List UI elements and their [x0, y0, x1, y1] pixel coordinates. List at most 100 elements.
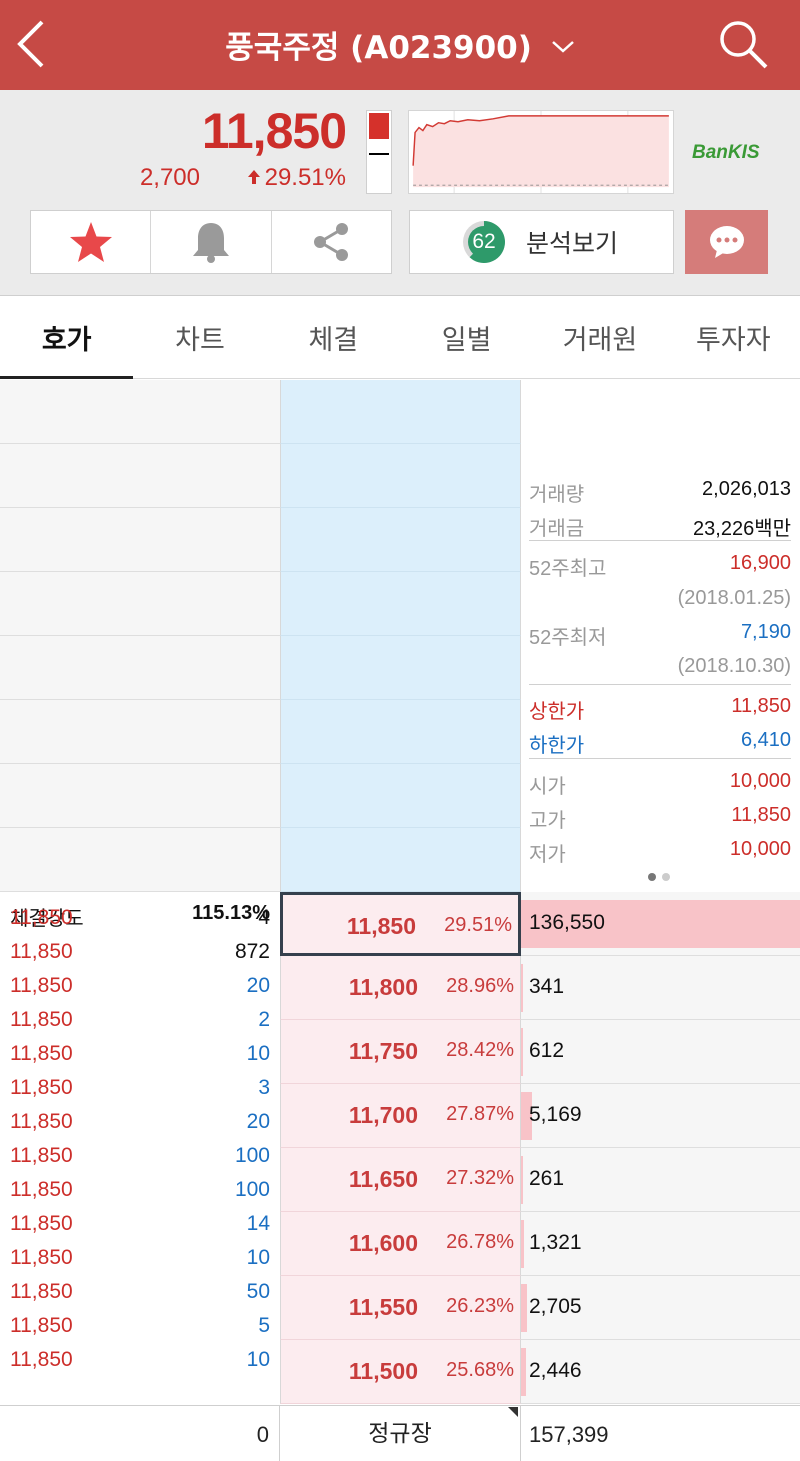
- app-header: 풍국주정 (A023900): [0, 0, 800, 90]
- bid-quantity-row[interactable]: 5,169: [521, 1084, 800, 1148]
- bid-volume-bar: [521, 1028, 523, 1076]
- order-book-left: 체결강도 115.13% 11,850 4 11,850 872 11,850 20 11,…: [0, 380, 280, 1405]
- lower-limit-label: 하한가: [529, 735, 585, 757]
- tab-brokers[interactable]: 거래원: [533, 297, 666, 378]
- tick-row: 11,850 100: [10, 1140, 270, 1174]
- bid-quantity-row[interactable]: 1,321: [521, 1212, 800, 1276]
- tab-trades[interactable]: 체결: [267, 297, 400, 378]
- share-button[interactable]: [272, 211, 391, 273]
- bid-quantity-row[interactable]: 341: [521, 956, 800, 1020]
- bid-rate: 26.78%: [446, 1231, 514, 1253]
- bid-price-row[interactable]: 11,600 26.78%: [280, 1212, 521, 1276]
- ask-row: [0, 508, 280, 572]
- ask-total-cell: 0: [0, 1406, 280, 1461]
- bid-price-row[interactable]: 11,550 26.23%: [280, 1276, 521, 1340]
- chat-button[interactable]: [685, 210, 768, 274]
- bid-volume-bar: [521, 1156, 523, 1204]
- tick-quantity: 872: [234, 940, 270, 963]
- tab-investors[interactable]: 투자자: [667, 297, 800, 378]
- search-icon[interactable]: [714, 16, 772, 72]
- bid-quantity-row[interactable]: 2,446: [521, 1340, 800, 1404]
- bid-price-row[interactable]: 11,800 28.96%: [280, 956, 521, 1020]
- tick-price: 11,850: [10, 1246, 73, 1269]
- ask-price-row: [280, 444, 521, 508]
- tick-row: 11,850 14: [10, 1208, 270, 1242]
- bid-price-row[interactable]: 11,500 25.68%: [280, 1340, 521, 1404]
- order-book[interactable]: 체결강도 115.13% 11,850 4 11,850 872 11,850 20 11,…: [0, 380, 800, 1405]
- change-rate-text: 29.51%: [264, 164, 346, 191]
- bid-rate: 26.23%: [446, 1295, 514, 1317]
- low-label: 저가: [529, 844, 566, 866]
- tick-row: 11,850 10: [10, 1344, 270, 1378]
- ask-price-row: [280, 764, 521, 828]
- high52-value: 16,900: [729, 552, 791, 574]
- tick-price: 11,850: [10, 1280, 73, 1303]
- ask-row: [0, 636, 280, 700]
- tick-price: 11,850: [10, 1042, 73, 1065]
- order-book-footer: 0 정규장 157,399: [0, 1405, 800, 1461]
- share-icon: [314, 223, 349, 261]
- upper-limit-value: 11,850: [731, 695, 791, 717]
- stock-title[interactable]: 풍국주정 (A023900): [0, 22, 800, 67]
- bid-total-cell: 157,399: [521, 1406, 800, 1461]
- bid-quantity: 5,169: [529, 1103, 582, 1126]
- score-value: 62: [472, 230, 496, 253]
- tick-row: 11,850 100: [10, 1174, 270, 1208]
- intraday-sparkline[interactable]: [408, 110, 674, 194]
- low52-date: (2018.10.30): [677, 655, 791, 677]
- bid-quantity-row[interactable]: 2,705: [521, 1276, 800, 1340]
- tab-orderbook[interactable]: 호가: [0, 297, 134, 379]
- bid-rate: 27.32%: [446, 1167, 514, 1189]
- tab-bar: 호가 차트 체결 일별 거래원 투자자: [0, 297, 800, 379]
- bid-rate: 28.42%: [446, 1039, 514, 1061]
- tick-row: 11,850 20: [10, 1106, 270, 1140]
- amount-value: 23,226백만: [693, 518, 791, 540]
- current-price-row[interactable]: 11,850 29.51%: [280, 892, 521, 956]
- ask-total: 0: [256, 1422, 269, 1447]
- bid-quantity-row[interactable]: 136,550: [521, 892, 800, 956]
- tab-chart[interactable]: 차트: [133, 297, 266, 378]
- analysis-label: 분석보기: [526, 229, 619, 258]
- bid-rate: 25.68%: [446, 1359, 514, 1381]
- bid-quantity-row[interactable]: 612: [521, 1020, 800, 1084]
- bid-quantity-row[interactable]: 261: [521, 1148, 800, 1212]
- bid-quantity: 2,705: [529, 1295, 582, 1318]
- bid-volume-bar: [521, 964, 523, 1012]
- amount-label: 거래금: [529, 518, 585, 540]
- bid-quantity: 341: [529, 975, 565, 998]
- bid-quantity: 1,321: [529, 1231, 582, 1254]
- tick-row: 11,850 50: [10, 1276, 270, 1310]
- bid-price: 11,800: [348, 974, 418, 1000]
- bid-price-row[interactable]: 11,650 27.32%: [280, 1148, 521, 1212]
- bid-price-row[interactable]: 11,700 27.87%: [280, 1084, 521, 1148]
- session-button[interactable]: 정규장: [280, 1406, 521, 1461]
- low52-label: 52주최저: [529, 627, 607, 649]
- low52-value: 7,190: [740, 621, 791, 643]
- tick-price: 11,850: [10, 1144, 73, 1167]
- favorite-button[interactable]: [31, 211, 152, 273]
- bid-price: 11,750: [348, 1038, 418, 1064]
- tick-row: 11,850 10: [10, 1242, 270, 1276]
- quote-panel: 11,850 2,700 29.51% BanKIS 62 분석보기: [0, 90, 800, 296]
- analysis-button[interactable]: 62 분석보기: [409, 210, 674, 274]
- chat-bubble-icon: [709, 226, 744, 258]
- tick-row: 11,850 3: [10, 1072, 270, 1106]
- divider: [529, 758, 791, 759]
- ask-row: [0, 764, 280, 828]
- upper-limit-label: 상한가: [529, 701, 585, 723]
- volume-label: 거래량: [529, 484, 585, 506]
- tick-price: 11,850: [10, 1110, 73, 1133]
- tick-price: 11,850: [10, 1008, 73, 1031]
- score-badge: 62: [462, 220, 506, 264]
- tab-daily[interactable]: 일별: [400, 297, 533, 378]
- bid-quantity: 612: [529, 1039, 565, 1062]
- alert-button[interactable]: [151, 211, 272, 273]
- bid-rate: 29.51%: [444, 914, 512, 936]
- page-indicator[interactable]: [647, 872, 673, 882]
- bid-rate: 27.87%: [446, 1103, 514, 1125]
- tick-quantity: 50: [246, 1280, 270, 1303]
- high-label: 고가: [529, 810, 566, 832]
- ask-price-row: [280, 636, 521, 700]
- bid-price-row[interactable]: 11,750 28.42%: [280, 1020, 521, 1084]
- tick-row: 11,850 10: [10, 1038, 270, 1072]
